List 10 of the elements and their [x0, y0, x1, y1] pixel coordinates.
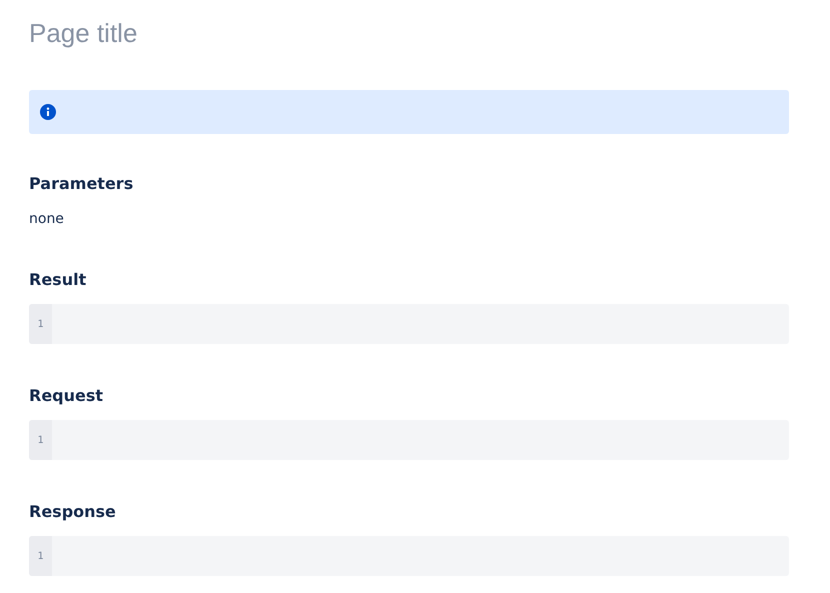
section-heading: Result: [29, 270, 88, 290]
page-title: Page title: [29, 17, 138, 50]
info-icon: [40, 104, 56, 120]
line-number: 1: [37, 434, 44, 446]
section-heading: Request: [29, 386, 104, 406]
section-heading: Response: [29, 502, 117, 522]
parameters-value: none: [29, 210, 65, 228]
section-heading: Parameters: [29, 174, 134, 194]
line-number: 1: [37, 318, 44, 330]
line-number: 1: [37, 550, 44, 562]
